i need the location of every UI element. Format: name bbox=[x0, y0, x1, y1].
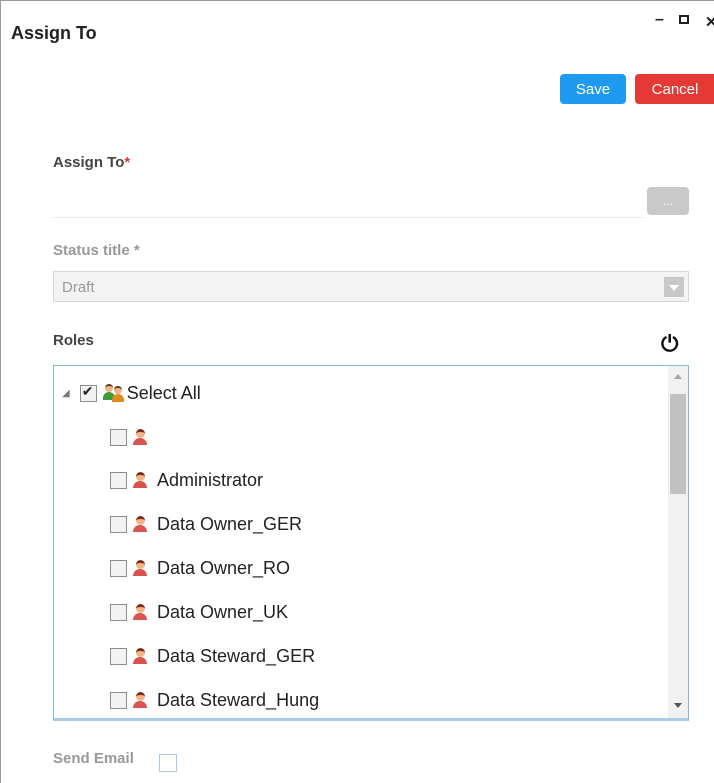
role-label: Data Owner_RO bbox=[157, 557, 291, 578]
role-label: Data Owner_GER bbox=[157, 513, 303, 534]
scroll-up-icon[interactable] bbox=[674, 374, 682, 379]
send-email-checkbox[interactable] bbox=[159, 754, 177, 772]
minimize-icon[interactable]: – bbox=[655, 11, 664, 29]
status-title-select[interactable]: Draft bbox=[53, 271, 689, 302]
close-icon[interactable]: ✕ bbox=[705, 13, 714, 31]
user-icon bbox=[133, 516, 147, 532]
user-icon bbox=[133, 472, 147, 488]
tree-scrollbar[interactable] bbox=[668, 366, 688, 718]
tree-node-role[interactable]: Administrator bbox=[110, 468, 263, 492]
tree-node-role[interactable]: Data Steward_GER bbox=[110, 644, 315, 668]
assign-to-dialog: Assign To – ✕ Save Cancel Assign To* ...… bbox=[0, 0, 714, 783]
role-label: Data Steward_GER bbox=[157, 645, 316, 666]
send-email-label: Send Email bbox=[53, 750, 134, 767]
tree-node-select-all[interactable]: ◢ Select All bbox=[62, 381, 201, 405]
role-checkbox[interactable] bbox=[110, 515, 127, 533]
assign-to-label: Assign To* bbox=[53, 154, 131, 171]
cancel-button[interactable]: Cancel bbox=[635, 74, 714, 104]
user-icon bbox=[133, 648, 147, 664]
save-button[interactable]: Save bbox=[560, 74, 626, 104]
maximize-icon[interactable] bbox=[679, 15, 689, 24]
role-checkbox[interactable] bbox=[110, 691, 127, 709]
tree-node-role[interactable] bbox=[110, 425, 157, 449]
role-checkbox[interactable] bbox=[110, 647, 127, 665]
user-icon bbox=[133, 692, 147, 708]
chevron-down-icon[interactable] bbox=[664, 277, 684, 297]
role-label: Data Owner_UK bbox=[157, 601, 289, 622]
role-checkbox[interactable] bbox=[110, 559, 127, 577]
user-icon bbox=[133, 560, 147, 576]
role-checkbox[interactable] bbox=[110, 428, 127, 446]
tree-node-role[interactable]: Data Owner_UK bbox=[110, 600, 288, 624]
assign-to-input[interactable] bbox=[53, 217, 643, 218]
collapse-triangle-icon[interactable]: ◢ bbox=[62, 388, 70, 399]
users-group-icon bbox=[102, 383, 125, 403]
browse-button[interactable]: ... bbox=[647, 187, 689, 215]
roles-label: Roles bbox=[53, 332, 94, 349]
select-all-checkbox[interactable] bbox=[79, 383, 97, 402]
dialog-title: Assign To bbox=[11, 23, 97, 43]
scroll-down-icon[interactable] bbox=[674, 703, 682, 708]
user-icon bbox=[133, 429, 147, 445]
select-all-label: Select All bbox=[126, 382, 201, 403]
scrollbar-thumb[interactable] bbox=[670, 394, 686, 494]
power-icon[interactable]: ⏻ bbox=[661, 331, 678, 357]
status-title-value: Draft bbox=[62, 279, 95, 296]
role-checkbox[interactable] bbox=[110, 471, 127, 489]
user-icon bbox=[133, 604, 147, 620]
role-label: Data Steward_Hung bbox=[157, 689, 320, 710]
roles-tree[interactable]: ◢ Select All Administrator Data Owner_GE… bbox=[53, 365, 689, 721]
status-title-label: Status title * bbox=[53, 242, 140, 259]
role-label: Administrator bbox=[157, 469, 264, 490]
tree-node-role[interactable]: Data Steward_Hung bbox=[110, 688, 319, 712]
role-checkbox[interactable] bbox=[110, 603, 127, 621]
tree-node-role[interactable]: Data Owner_GER bbox=[110, 512, 302, 536]
tree-node-role[interactable]: Data Owner_RO bbox=[110, 556, 290, 580]
